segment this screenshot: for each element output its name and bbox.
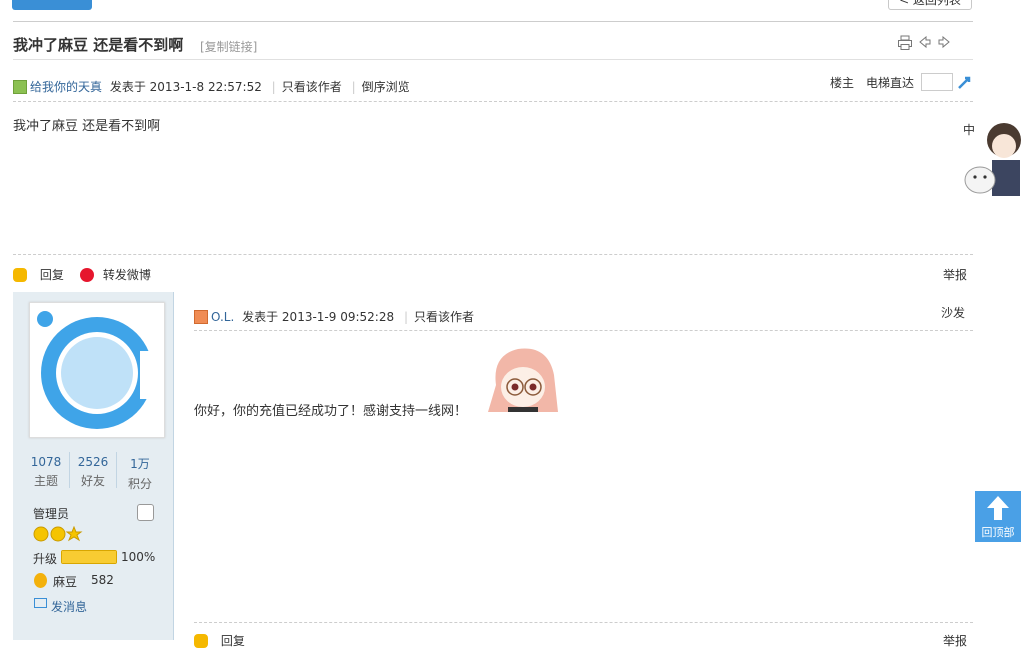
avatar[interactable] <box>29 302 165 438</box>
weibo-share-action[interactable]: 转发微博 <box>80 266 151 283</box>
post-time: 发表于 2013-1-8 22:57:52 <box>109 80 262 94</box>
report-link[interactable]: 举报 <box>943 632 967 649</box>
post-body: 我冲了麻豆 还是看不到啊 <box>13 119 161 134</box>
only-author-link[interactable]: 只看该作者 <box>282 80 342 94</box>
divider <box>13 59 973 60</box>
post-meta: 给我你的天真 发表于 2013-1-8 22:57:52 | 只看该作者 | 倒序浏… <box>13 78 410 95</box>
reply-action[interactable]: 回复 <box>194 632 245 649</box>
prev-thread-icon[interactable] <box>918 35 932 52</box>
stat-number: 2526 <box>77 455 109 469</box>
stat-threads[interactable]: 1078 主题 <box>23 455 69 489</box>
report-link[interactable]: 举报 <box>943 266 967 283</box>
back-to-list-button[interactable]: < 返回列表 <box>888 0 972 10</box>
post-meta: O.L. 发表于 2013-1-9 09:52:28 | 只看该作者 <box>194 308 474 325</box>
author-link[interactable]: 给我你的天真 <box>30 80 102 94</box>
reply-label: 回复 <box>220 634 245 648</box>
weibo-icon <box>80 268 94 282</box>
post-body: 你好，你的充值已经成功了！感谢支持一线网！ <box>194 404 468 419</box>
level-progress-bar <box>61 550 117 564</box>
reverse-order-link[interactable]: 倒序浏览 <box>362 80 410 94</box>
mascot-sticker: 中 <box>962 118 1021 203</box>
author-link[interactable]: O.L. <box>211 310 234 324</box>
coin-label: 麻豆 <box>53 575 78 589</box>
next-thread-icon[interactable] <box>937 35 951 52</box>
floor-label: 楼主 <box>830 76 855 90</box>
stat-number: 1078 <box>30 455 62 469</box>
only-author-link[interactable]: 只看该作者 <box>414 310 474 324</box>
arrow-up-icon <box>975 491 1021 524</box>
post-button[interactable] <box>12 0 92 10</box>
user-online-icon <box>13 80 27 94</box>
thread-title: 我冲了麻豆 还是看不到啊 <box>13 36 184 54</box>
stat-number: 1万 <box>130 457 150 471</box>
level-label: 升级 <box>33 552 58 566</box>
post-time: 发表于 2013-1-9 09:52:28 <box>242 310 395 324</box>
divider <box>194 622 973 623</box>
divider <box>13 254 973 255</box>
stat-label: 好友 <box>80 474 105 488</box>
back-to-top-label: 回顶部 <box>981 526 1015 539</box>
back-to-top-button[interactable]: 回顶部 <box>975 491 1021 542</box>
stat-friends[interactable]: 2526 好友 <box>70 455 116 489</box>
rank-icons <box>33 525 83 545</box>
user-group: 管理员 <box>33 507 70 521</box>
reply-icon <box>194 634 208 648</box>
reply-action[interactable]: 回复 <box>13 266 64 283</box>
mail-icon <box>34 598 47 608</box>
stat-label: 积分 <box>127 477 152 491</box>
stat-points[interactable]: 1万 积分 <box>117 455 163 492</box>
reply-icon <box>13 268 27 282</box>
print-icon[interactable] <box>897 35 913 54</box>
coin-icon <box>34 573 47 588</box>
send-message-link[interactable]: 发消息 <box>51 598 87 615</box>
user-offline-icon <box>194 310 208 324</box>
divider <box>194 330 973 331</box>
copy-link[interactable]: [复制链接] <box>200 38 257 55</box>
elevator-label: 电梯直达 <box>866 76 915 90</box>
reply-label: 回复 <box>39 268 64 282</box>
anime-girl-emoticon <box>488 345 558 415</box>
camera-icon[interactable] <box>137 504 154 521</box>
stat-label: 主题 <box>33 474 58 488</box>
go-icon[interactable] <box>957 74 973 93</box>
coin-value: 582 <box>91 573 114 587</box>
elevator-input[interactable] <box>921 73 953 91</box>
level-percent: 100% <box>121 550 156 564</box>
divider <box>13 101 973 102</box>
floor-label: 沙发 <box>941 306 966 320</box>
weibo-label: 转发微博 <box>102 268 151 282</box>
svg-text:中: 中 <box>963 122 975 137</box>
divider <box>13 21 973 22</box>
